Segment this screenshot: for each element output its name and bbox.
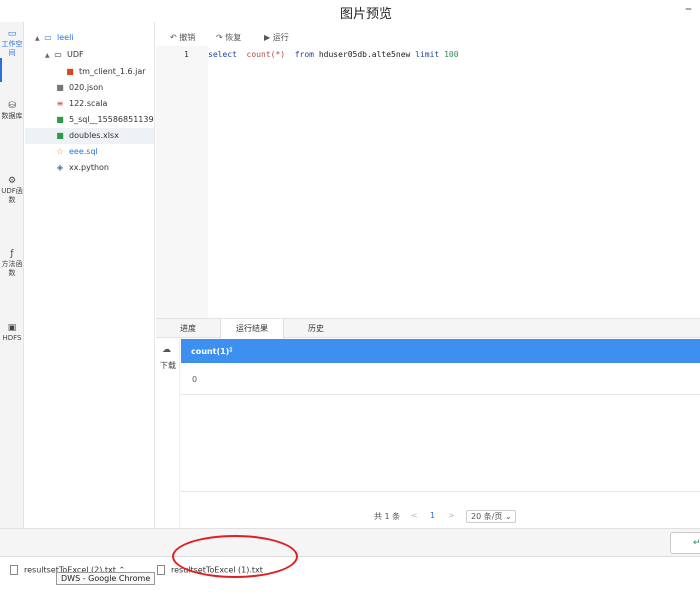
tab-progress[interactable]: 进度	[156, 319, 220, 339]
enter-button[interactable]: ↵	[670, 532, 700, 554]
redo-label: 恢复	[225, 33, 242, 42]
page-size-select[interactable]: 20 条/页 ⌄	[466, 510, 516, 523]
chevron-down-icon: ⌄	[504, 512, 512, 521]
editor-toolbar: ↶ 撤销 ↷ 恢复 ▶ 运行	[156, 30, 700, 46]
window-title: 图片预览	[340, 7, 393, 22]
tree-item-label: 020.json	[69, 83, 104, 92]
pagination: 共 1 条 < 1 > 20 条/页 ⌄	[181, 508, 700, 526]
nav-active-marker	[0, 58, 2, 82]
tree-item-label: 122.scala	[69, 99, 108, 108]
run-label: 运行	[272, 33, 289, 42]
next-page-button[interactable]: >	[448, 511, 455, 520]
editor-gutter: 1	[156, 46, 208, 318]
nav-item-label: 方法函数	[1, 260, 23, 277]
tree-item-label: tm_client_1.6.jar	[79, 67, 146, 76]
tab-history[interactable]: 历史	[284, 319, 348, 339]
annotation-ellipse	[172, 535, 298, 578]
tab-results[interactable]: 运行结果	[220, 319, 284, 339]
table-cell: 0	[192, 375, 198, 384]
run-button[interactable]: ▶ 运行	[264, 32, 289, 43]
nav-item-label: HDFS	[2, 334, 22, 342]
download-label: 下载	[160, 361, 176, 370]
function-icon: ƒ	[10, 249, 14, 259]
redo-button[interactable]: ↷ 恢复	[216, 32, 241, 43]
result-grid: count(1) ⇕ 0	[181, 339, 700, 492]
keyword-select: select	[208, 50, 237, 59]
nav-item-database[interactable]: ⛁ 数据库	[0, 101, 23, 121]
nav-item-udf[interactable]: ⚙ UDF函数	[0, 176, 23, 205]
tree-item-label: 5_sql__1558685113946	[69, 115, 155, 124]
table-row: 0	[181, 363, 700, 395]
nav-item-label: UDF函数	[1, 187, 23, 204]
tree-file-jar[interactable]: ■ tm_client_1.6.jar	[25, 64, 154, 80]
tooltip: DWS - Google Chrome	[56, 572, 156, 585]
excel-file-icon: ■	[56, 115, 64, 124]
hdfs-icon: ▣	[7, 323, 17, 333]
left-nav: ▭ 工作空间 ⛁ 数据库 ⚙ UDF函数 ƒ 方法函数 ▣ HDFS	[0, 22, 24, 528]
nav-item-hdfs[interactable]: ▣ HDFS	[0, 323, 23, 343]
prev-page-button[interactable]: <	[411, 511, 418, 520]
tree-item-label: eee.sql	[69, 147, 98, 156]
python-file-icon: ◈	[56, 163, 64, 172]
scala-file-icon: ≡	[56, 99, 64, 108]
tree-item-label: UDF	[67, 50, 84, 59]
number-token: 100	[444, 50, 459, 59]
download-column: ☁ 下载	[156, 339, 180, 528]
undo-button[interactable]: ↶ 撤销	[170, 32, 195, 43]
tree-file-sql[interactable]: ☆ eee.sql	[25, 144, 154, 160]
undo-icon: ↶	[170, 33, 177, 42]
page-size-value: 20 条/页	[471, 512, 503, 521]
sql-editor[interactable]: 1 select count(*) from hduser05db.alte5n…	[156, 46, 700, 318]
caret-down-icon: ▲	[35, 35, 40, 42]
tree-file-json[interactable]: ■ 020.json	[25, 80, 154, 96]
tree-file-scala[interactable]: ≡ 122.scala	[25, 96, 154, 112]
redo-icon: ↷	[216, 33, 223, 42]
column-header[interactable]: count(1)	[191, 347, 229, 356]
page-number[interactable]: 1	[430, 511, 435, 520]
file-icon	[157, 565, 165, 575]
function-token: count(*)	[246, 50, 286, 59]
code-line[interactable]: select count(*) from hduser05db.alte5new…	[208, 50, 459, 59]
caret-down-icon: ▲	[45, 52, 50, 59]
tree-folder-udf[interactable]: ▲ ▭ UDF	[25, 47, 154, 63]
folder-icon: ▭	[44, 33, 52, 42]
play-icon: ▶	[264, 33, 271, 42]
json-file-icon: ■	[56, 83, 64, 92]
keyword-limit: limit	[415, 50, 440, 59]
tree-item-label: xx.python	[69, 163, 109, 172]
excel-file-icon: ■	[56, 131, 64, 140]
table-token: hduser05db.alte5new	[318, 50, 411, 59]
file-tree: ▲ ▭ leeli ▲ ▭ UDF ■ tm_client_1.6.jar ■ 020.js…	[25, 22, 155, 528]
folder-icon: ▭	[7, 29, 17, 39]
grid-header: count(1) ⇕	[181, 339, 700, 363]
jar-file-icon: ■	[66, 67, 74, 76]
nav-item-methods[interactable]: ƒ 方法函数	[0, 249, 23, 278]
tree-file-python[interactable]: ◈ xx.python	[25, 160, 154, 176]
file-icon	[10, 565, 18, 575]
result-tabs: 进度 运行结果 历史	[156, 318, 700, 339]
keyword-from: from	[294, 50, 314, 59]
total-count: 共 1 条	[374, 512, 401, 521]
tree-item-label: leeli	[57, 33, 74, 42]
title-bar: 图片预览 –	[0, 0, 700, 22]
nav-item-label: 工作空间	[1, 40, 23, 57]
tree-file-xlsx-long[interactable]: ■ 5_sql__1558685113946	[25, 112, 155, 128]
cloud-download-icon: ☁	[162, 345, 171, 355]
folder-icon: ▭	[54, 50, 62, 59]
line-number: 1	[184, 50, 189, 59]
tree-item-label: doubles.xlsx	[69, 131, 119, 140]
minimize-icon[interactable]: –	[685, 1, 692, 17]
tree-file-doubles[interactable]: ■ doubles.xlsx	[25, 128, 154, 144]
nav-item-label: 数据库	[1, 112, 23, 120]
status-bar: ↵	[0, 528, 700, 556]
gear-icon: ⚙	[7, 176, 17, 186]
sort-icon[interactable]: ⇕	[228, 346, 234, 354]
undo-label: 撤销	[179, 33, 196, 42]
tree-folder-root[interactable]: ▲ ▭ leeli	[25, 30, 154, 46]
star-icon: ☆	[56, 147, 64, 156]
nav-item-workspace[interactable]: ▭ 工作空间	[0, 29, 23, 58]
database-icon: ⛁	[8, 101, 16, 111]
